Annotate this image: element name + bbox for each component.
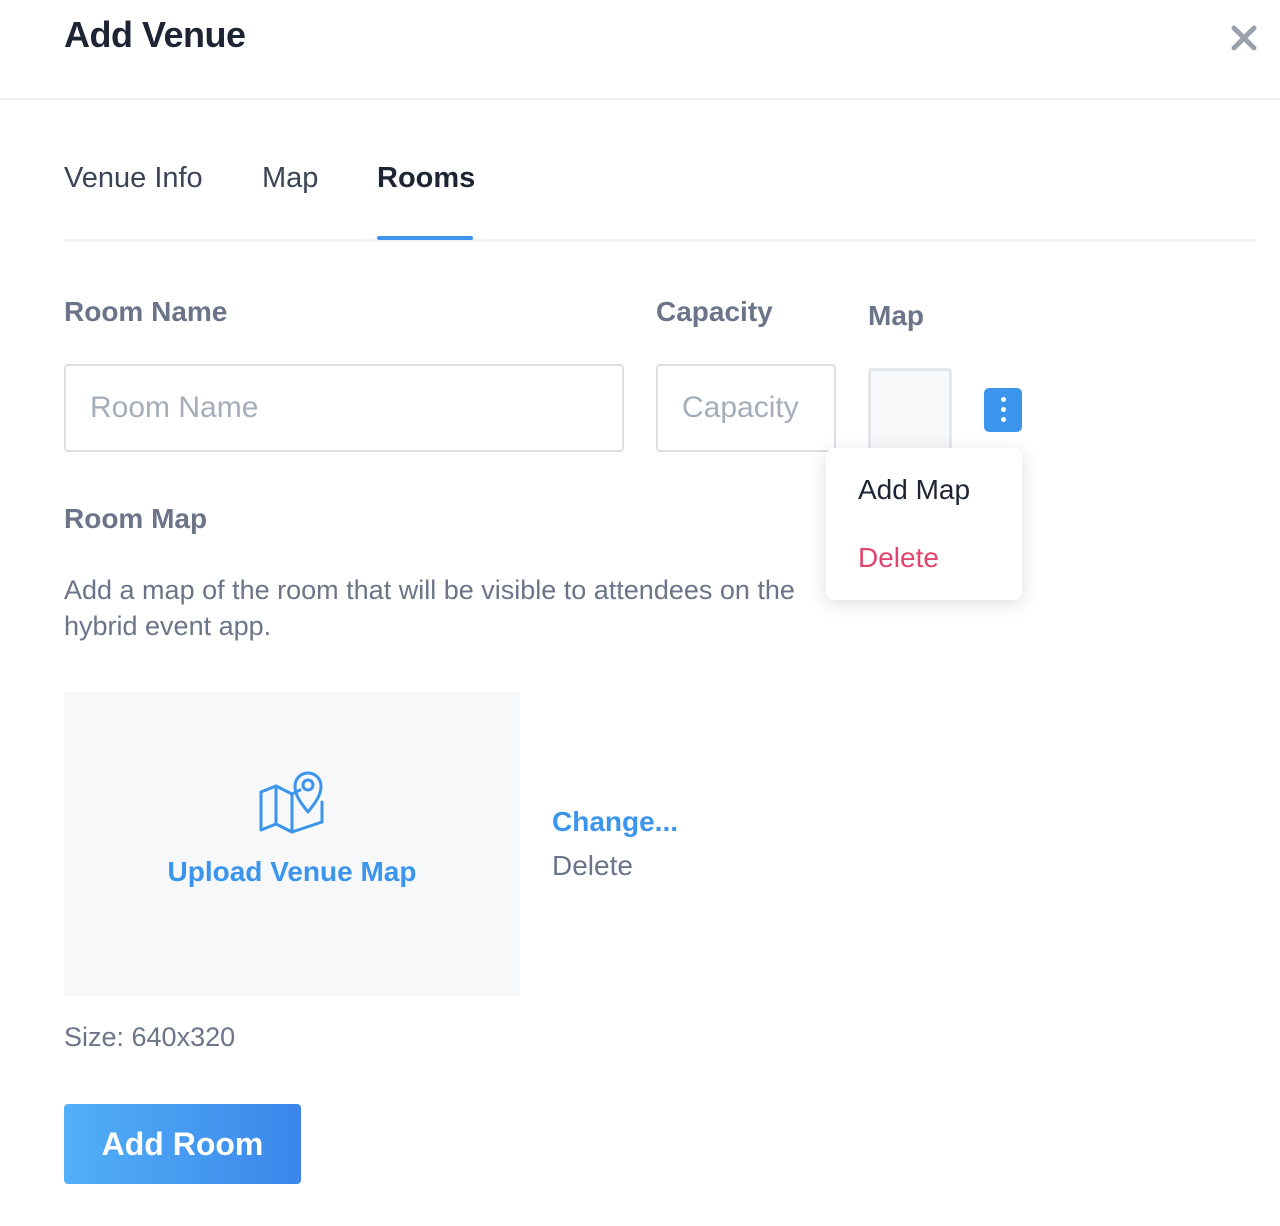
more-vertical-icon[interactable] [984,388,1022,432]
close-icon[interactable] [1224,18,1264,58]
delete-map-link[interactable]: Delete [552,850,633,882]
tab-map[interactable]: Map [262,162,318,195]
map-options-dropdown: Add Map Delete [826,448,1022,600]
tab-rooms[interactable]: Rooms [377,162,475,195]
dropdown-item-add-map[interactable]: Add Map [858,474,970,506]
map-thumbnail[interactable] [868,368,952,452]
modal-header: Add Venue [0,0,1280,100]
map-label: Map [868,300,924,331]
tab-bar: Venue Info Map Rooms [64,140,1256,242]
map-pin-icon [258,766,330,836]
room-map-description: Add a map of the room that will be visib… [64,575,795,641]
active-tab-indicator [377,236,473,240]
upload-venue-map-dropzone[interactable]: Upload Venue Map [64,692,520,996]
room-name-input[interactable] [64,364,624,452]
room-map-heading: Room Map [64,503,208,534]
capacity-label: Capacity [656,296,773,327]
upload-venue-map-label: Upload Venue Map [167,856,417,887]
map-size-hint: Size: 640x320 [64,1022,236,1052]
dropdown-item-delete[interactable]: Delete [858,542,939,574]
room-name-label: Room Name [64,296,228,327]
modal-title: Add Venue [64,14,246,55]
tab-venue-info[interactable]: Venue Info [64,162,203,195]
add-room-button[interactable]: Add Room [64,1104,301,1184]
capacity-input[interactable] [656,364,836,452]
change-map-link[interactable]: Change... [552,806,678,838]
